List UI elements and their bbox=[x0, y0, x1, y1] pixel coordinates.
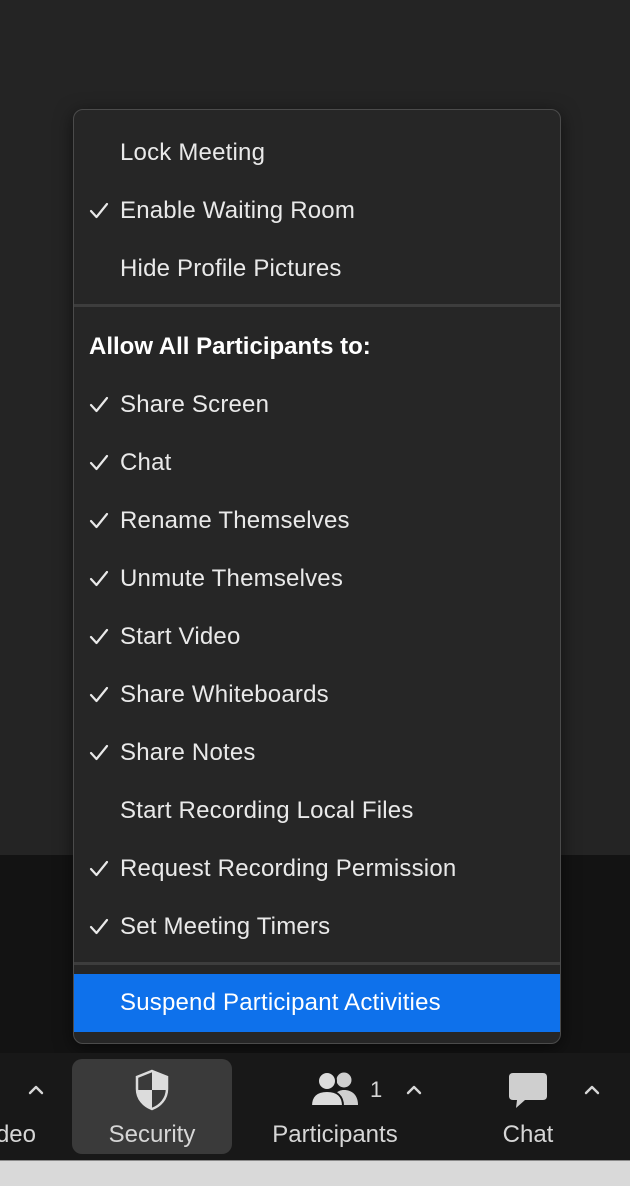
shield-icon bbox=[135, 1069, 169, 1111]
security-button[interactable]: Security bbox=[72, 1059, 232, 1154]
checkmark-icon bbox=[89, 686, 109, 703]
participants-button[interactable]: Participants bbox=[262, 1059, 408, 1154]
menu-item-label: Share Notes bbox=[120, 739, 256, 766]
checkmark-icon bbox=[89, 918, 109, 935]
section-heading: Allow All Participants to: bbox=[89, 333, 371, 360]
checkmark-icon bbox=[89, 396, 109, 413]
participant-count-badge: 1 bbox=[370, 1077, 383, 1102]
video-button-label: deo bbox=[0, 1121, 36, 1148]
menu-separator bbox=[74, 304, 560, 307]
menu-separator bbox=[74, 962, 560, 965]
participants-icon bbox=[310, 1071, 358, 1107]
menu-item-start-video[interactable]: Start Video bbox=[74, 608, 560, 666]
menu-item-label: Chat bbox=[120, 449, 172, 476]
menu-item-label: Start Video bbox=[120, 623, 241, 650]
menu-item-label: Enable Waiting Room bbox=[120, 197, 356, 224]
menu-item-label: Hide Profile Pictures bbox=[120, 255, 342, 282]
chat-bubble-icon bbox=[509, 1073, 547, 1108]
menu-item-enable-waiting-room[interactable]: Enable Waiting Room bbox=[74, 182, 560, 240]
zoom-meeting-window: Lock Meeting Enable Waiting Room Hide Pr… bbox=[0, 0, 630, 1186]
menu-item-suspend-participant-activities[interactable]: Suspend Participant Activities bbox=[74, 974, 560, 1032]
video-options-caret-icon[interactable] bbox=[28, 1085, 44, 1095]
menu-item-request-recording-permission[interactable]: Request Recording Permission bbox=[74, 840, 560, 898]
chat-button-label: Chat bbox=[502, 1121, 554, 1148]
checkmark-icon bbox=[89, 512, 109, 529]
checkmark-icon bbox=[89, 454, 109, 471]
chat-button[interactable]: Chat bbox=[478, 1059, 578, 1154]
menu-item-unmute-themselves[interactable]: Unmute Themselves bbox=[74, 550, 560, 608]
menu-item-label: Lock Meeting bbox=[120, 139, 266, 166]
checkmark-icon bbox=[89, 744, 109, 761]
security-menu: Lock Meeting Enable Waiting Room Hide Pr… bbox=[73, 109, 561, 1044]
checkmark-icon bbox=[89, 860, 109, 877]
menu-item-rename-themselves[interactable]: Rename Themselves bbox=[74, 492, 560, 550]
menu-item-label: Set Meeting Timers bbox=[120, 913, 331, 940]
menu-item-lock-meeting[interactable]: Lock Meeting bbox=[74, 124, 560, 182]
menu-item-share-notes[interactable]: Share Notes bbox=[74, 724, 560, 782]
menu-item-label: Request Recording Permission bbox=[120, 855, 457, 882]
menu-item-chat[interactable]: Chat bbox=[74, 434, 560, 492]
menu-item-start-recording-local-files[interactable]: Start Recording Local Files bbox=[74, 782, 560, 840]
menu-item-label: Rename Themselves bbox=[120, 507, 350, 534]
menu-item-hide-profile-pictures[interactable]: Hide Profile Pictures bbox=[74, 240, 560, 298]
menu-item-label: Suspend Participant Activities bbox=[120, 989, 441, 1016]
checkmark-icon bbox=[89, 570, 109, 587]
checkmark-icon bbox=[89, 628, 109, 645]
menu-item-share-whiteboards[interactable]: Share Whiteboards bbox=[74, 666, 560, 724]
checkmark-icon bbox=[89, 202, 109, 219]
menu-item-label: Share Screen bbox=[120, 391, 270, 418]
menu-item-label: Share Whiteboards bbox=[120, 681, 329, 708]
menu-item-share-screen[interactable]: Share Screen bbox=[74, 376, 560, 434]
security-button-label: Security bbox=[108, 1121, 196, 1148]
participants-options-caret-icon[interactable] bbox=[406, 1085, 422, 1095]
video-button[interactable]: deo bbox=[0, 1059, 36, 1154]
menu-item-label: Unmute Themselves bbox=[120, 565, 344, 592]
window-bottom-edge bbox=[0, 1160, 630, 1186]
meeting-toolbar: deo Security Participants Chat bbox=[0, 1053, 630, 1160]
menu-item-label: Start Recording Local Files bbox=[120, 797, 414, 824]
menu-item-set-meeting-timers[interactable]: Set Meeting Timers bbox=[74, 898, 560, 956]
chat-options-caret-icon[interactable] bbox=[584, 1085, 600, 1095]
participants-button-label: Participants bbox=[272, 1121, 398, 1148]
